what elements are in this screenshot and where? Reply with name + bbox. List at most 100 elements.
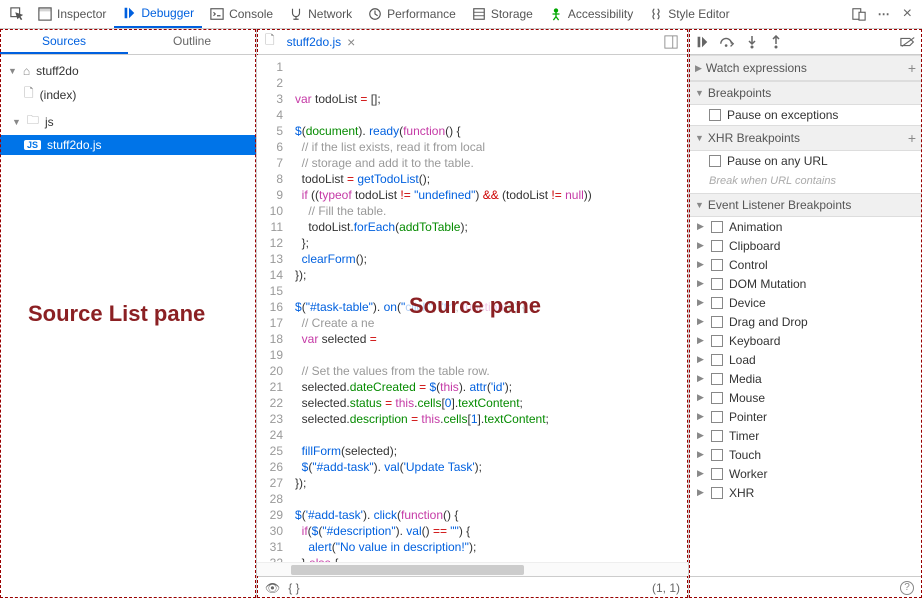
watch-icon[interactable]: 👁 [265,581,280,595]
checkbox-icon[interactable] [711,297,723,309]
close-tab-icon[interactable]: × [347,34,355,50]
event-category-pointer[interactable]: ▶Pointer [689,407,922,426]
step-over-icon[interactable] [719,35,735,49]
code-line[interactable]: $('#add-task'). click(function() { [295,507,688,523]
pause-on-any-url[interactable]: Pause on any URL [689,151,922,171]
section-breakpoints[interactable]: ▼ Breakpoints [689,81,922,105]
code-line[interactable]: selected.status = this.cells[0].textCont… [295,395,688,411]
event-category-touch[interactable]: ▶Touch [689,445,922,464]
checkbox-icon[interactable] [709,155,721,167]
code-line[interactable]: }); [295,475,688,491]
editor-tab-stuff2do[interactable]: stuff2do.js × [279,29,364,54]
tab-storage[interactable]: Storage [464,0,541,28]
code-line[interactable]: $(document). ready(function() { [295,123,688,139]
checkbox-icon[interactable] [711,316,723,328]
code-line[interactable]: // storage and add it to the table. [295,155,688,171]
tree-file-stuff2do[interactable]: JS stuff2do.js [0,135,256,155]
checkbox-icon[interactable] [711,221,723,233]
code-line[interactable]: $("#task-table"). on("click", "tr", func… [295,299,688,315]
checkbox-icon[interactable] [711,354,723,366]
code-editor[interactable]: 1234567891011121314151617181920212223242… [257,55,688,576]
code-line[interactable] [295,107,688,123]
checkbox-icon[interactable] [711,430,723,442]
checkbox-icon[interactable] [711,278,723,290]
checkbox-icon[interactable] [711,240,723,252]
event-category-device[interactable]: ▶Device [689,293,922,312]
pick-element-icon[interactable] [4,7,30,21]
event-category-drag-and-drop[interactable]: ▶Drag and Drop [689,312,922,331]
code-line[interactable]: if ((typeof todoList != "undefined") && … [295,187,688,203]
tab-sources[interactable]: Sources [0,29,128,54]
code-line[interactable]: }); [295,267,688,283]
checkbox-icon[interactable] [711,468,723,480]
checkbox-icon[interactable] [711,449,723,461]
tab-style-editor[interactable]: Style Editor [641,0,737,28]
checkbox-icon[interactable] [711,487,723,499]
code-line[interactable]: // if the list exists, read it from loca… [295,139,688,155]
tab-performance[interactable]: Performance [360,0,464,28]
section-xhr-breakpoints[interactable]: ▼ XHR Breakpoints + [689,125,922,151]
tree-root[interactable]: ▼ ⌂ stuff2do [0,61,256,81]
toggle-outline-icon[interactable] [658,35,684,49]
code-line[interactable]: if($("#description"). val() == "") { [295,523,688,539]
code-line[interactable] [295,491,688,507]
add-watch-icon[interactable]: + [908,60,916,76]
add-xhr-icon[interactable]: + [908,130,916,146]
pause-on-exceptions[interactable]: Pause on exceptions [689,105,922,125]
code-line[interactable]: selected.description = this.cells[1].tex… [295,411,688,427]
event-category-media[interactable]: ▶Media [689,369,922,388]
code-line[interactable]: $("#add-task"). val('Update Task'); [295,459,688,475]
tab-inspector[interactable]: Inspector [30,0,114,28]
tab-network[interactable]: Network [281,0,360,28]
event-category-keyboard[interactable]: ▶Keyboard [689,331,922,350]
code-line[interactable]: // Create a ne [295,315,688,331]
event-category-xhr[interactable]: ▶XHR [689,483,922,502]
event-category-load[interactable]: ▶Load [689,350,922,369]
tree-index[interactable]: 🗋 (index) [0,81,256,108]
code-line[interactable] [295,347,688,363]
event-category-timer[interactable]: ▶Timer [689,426,922,445]
status-braces[interactable]: { } [288,581,299,595]
code-line[interactable]: todoList = getTodoList(); [295,171,688,187]
code-line[interactable]: fillForm(selected); [295,443,688,459]
checkbox-icon[interactable] [711,373,723,385]
code-line[interactable]: // Set the values from the table row. [295,363,688,379]
checkbox-icon[interactable] [711,259,723,271]
section-event-listeners[interactable]: ▼ Event Listener Breakpoints [689,193,922,217]
disable-breakpoints-icon[interactable] [900,35,916,49]
code-line[interactable]: // Fill the table. [295,203,688,219]
checkbox-icon[interactable] [711,392,723,404]
code-line[interactable]: }; [295,235,688,251]
step-in-icon[interactable] [745,35,759,49]
tree-folder-js[interactable]: ▼ 🗀 js [0,108,256,135]
responsive-mode-icon[interactable] [846,7,872,21]
event-category-mouse[interactable]: ▶Mouse [689,388,922,407]
horizontal-scrollbar[interactable] [289,562,688,576]
checkbox-icon[interactable] [709,109,721,121]
code-line[interactable]: var todoList = []; [295,91,688,107]
section-watch[interactable]: ▶ Watch expressions + [689,55,922,81]
close-icon[interactable]: × [897,5,918,23]
code-line[interactable] [295,427,688,443]
code-line[interactable]: alert("No value in description!"); [295,539,688,555]
tab-debugger[interactable]: Debugger [114,0,202,28]
code-line[interactable]: selected.dateCreated = $(this). attr('id… [295,379,688,395]
checkbox-icon[interactable] [711,335,723,347]
code-line[interactable]: clearForm(); [295,251,688,267]
event-category-worker[interactable]: ▶Worker [689,464,922,483]
event-category-dom-mutation[interactable]: ▶DOM Mutation [689,274,922,293]
event-category-clipboard[interactable]: ▶Clipboard [689,236,922,255]
code-line[interactable] [295,283,688,299]
code-line[interactable]: var selected = [295,331,688,347]
tab-accessibility[interactable]: Accessibility [541,0,641,28]
resume-icon[interactable] [695,35,709,49]
event-category-control[interactable]: ▶Control [689,255,922,274]
code-line[interactable]: todoList.forEach(addToTable); [295,219,688,235]
help-icon[interactable]: ? [900,581,914,595]
event-category-animation[interactable]: ▶Animation [689,217,922,236]
more-icon[interactable]: ⋯ [872,7,897,21]
tab-console[interactable]: Console [202,0,281,28]
tab-outline[interactable]: Outline [128,29,256,54]
step-out-icon[interactable] [769,35,783,49]
checkbox-icon[interactable] [711,411,723,423]
